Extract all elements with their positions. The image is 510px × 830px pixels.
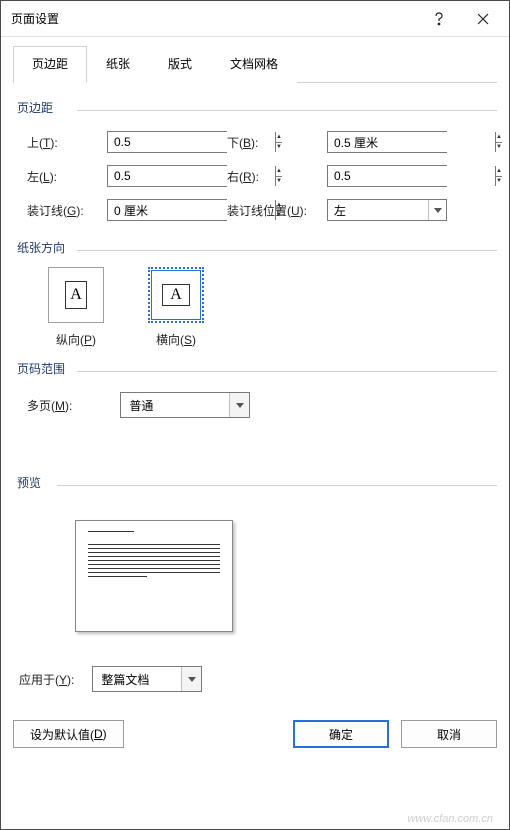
set-default-button[interactable]: 设为默认值(D) xyxy=(13,720,124,748)
spin-gutter[interactable]: ▲▼ xyxy=(107,199,227,221)
tab-paper[interactable]: 纸张 xyxy=(87,46,149,83)
input-right[interactable] xyxy=(328,166,495,186)
combo-apply-value: 整篇文档 xyxy=(93,667,181,691)
label-gutter: 装订线(G): xyxy=(27,202,107,219)
label-left: 左(L): xyxy=(27,168,107,185)
ok-button[interactable]: 确定 xyxy=(293,720,389,748)
chevron-down-icon[interactable] xyxy=(428,200,446,220)
spin-left[interactable]: ▲▼ xyxy=(107,165,227,187)
group-preview-label: 预览 xyxy=(17,474,497,491)
orientation-row: A 纵向(P) A 横向(S) xyxy=(41,267,497,348)
label-top: 上(T): xyxy=(27,134,107,151)
close-button[interactable] xyxy=(461,3,505,35)
label-multi: 多页(M): xyxy=(27,397,72,414)
preview-page-icon xyxy=(75,520,233,632)
spin-bottom[interactable]: ▲▼ xyxy=(327,131,447,153)
cancel-button[interactable]: 取消 xyxy=(401,720,497,748)
apply-row: 应用于(Y): 整篇文档 xyxy=(19,666,497,692)
spin-top[interactable]: ▲▼ xyxy=(107,131,227,153)
label-apply: 应用于(Y): xyxy=(19,671,74,688)
tab-layout[interactable]: 版式 xyxy=(149,46,211,83)
label-bottom: 下(B): xyxy=(227,134,327,151)
chevron-down-icon[interactable] xyxy=(229,393,249,417)
combo-multi[interactable]: 普通 xyxy=(120,392,250,418)
tab-margins[interactable]: 页边距 xyxy=(13,46,87,83)
spin-down-icon[interactable]: ▼ xyxy=(496,177,502,187)
tab-grid[interactable]: 文档网格 xyxy=(211,46,297,83)
combo-apply[interactable]: 整篇文档 xyxy=(92,666,202,692)
orientation-landscape-label: 横向(S) xyxy=(141,331,211,348)
spin-down-icon[interactable]: ▼ xyxy=(496,143,502,153)
help-button[interactable] xyxy=(417,3,461,35)
group-pages-label: 页码范围 xyxy=(17,360,497,377)
titlebar: 页面设置 xyxy=(1,1,509,37)
orientation-landscape[interactable]: A 横向(S) xyxy=(141,267,211,348)
input-bottom[interactable] xyxy=(328,132,495,152)
page-setup-dialog: 页面设置 页边距 纸张 版式 文档网格 页边距 上(T): ▲▼ 下(B): xyxy=(0,0,510,830)
label-gutter-pos: 装订线位置(U): xyxy=(227,202,327,219)
landscape-page-icon: A xyxy=(162,284,190,306)
dialog-body: 页边距 纸张 版式 文档网格 页边距 上(T): ▲▼ 下(B): ▲▼ 左(L… xyxy=(1,37,509,829)
combo-gutter-pos-value: 左 xyxy=(328,200,428,220)
dialog-footer: 设为默认值(D) 确定 取消 xyxy=(13,720,497,748)
spin-up-icon[interactable]: ▲ xyxy=(496,132,502,143)
spin-right[interactable]: ▲▼ xyxy=(327,165,447,187)
spin-up-icon[interactable]: ▲ xyxy=(496,166,502,177)
orientation-portrait[interactable]: A 纵向(P) xyxy=(41,267,111,348)
group-orient-label: 纸张方向 xyxy=(17,239,497,256)
combo-multi-value: 普通 xyxy=(121,393,229,417)
chevron-down-icon[interactable] xyxy=(181,667,201,691)
group-margins-label: 页边距 xyxy=(17,99,497,116)
label-right: 右(R): xyxy=(227,168,327,185)
dialog-title: 页面设置 xyxy=(11,10,417,27)
tab-strip: 页边距 纸张 版式 文档网格 xyxy=(13,45,497,83)
combo-gutter-pos[interactable]: 左 xyxy=(327,199,447,221)
pages-row: 多页(M): 普通 xyxy=(27,392,497,418)
margins-grid: 上(T): ▲▼ 下(B): ▲▼ 左(L): ▲▼ 右(R): ▲▼ 装订线(… xyxy=(27,131,497,221)
portrait-page-icon: A xyxy=(65,281,87,309)
orientation-portrait-label: 纵向(P) xyxy=(41,331,111,348)
